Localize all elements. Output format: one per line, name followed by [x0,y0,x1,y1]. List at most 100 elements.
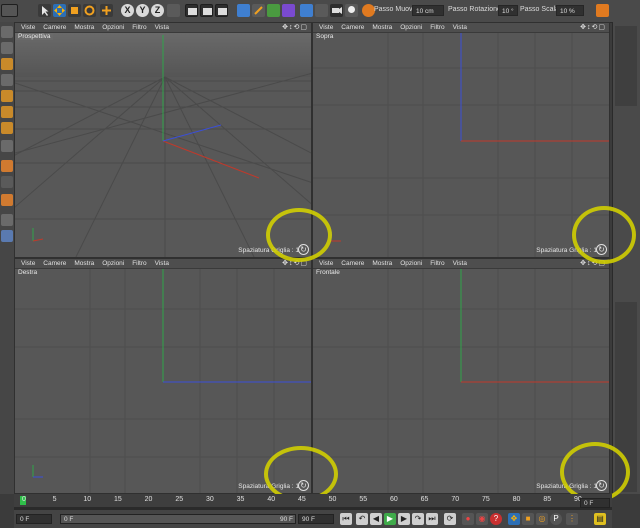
rotate-tool-icon[interactable] [83,4,96,17]
texture-mode-icon[interactable] [1,58,13,70]
rotate-step-field[interactable]: 10 ° [498,5,518,16]
polygons-mode-icon[interactable] [1,122,13,134]
autokey-icon[interactable]: ◉ [476,513,488,525]
right-grid [15,268,311,493]
timeline-tick-label: 20 [144,496,153,503]
previous-frame-icon[interactable]: ◀ [370,513,382,525]
menu-opzioni[interactable]: Opzioni [102,259,124,268]
keyframe-selection-icon[interactable]: ? [490,513,502,525]
axis-z-toggle[interactable]: Z [151,4,164,17]
viewport-nav-icons[interactable]: ✥↕⟲▢ [580,23,606,32]
rotation-key-icon[interactable]: ◎ [536,513,548,525]
menu-mostra[interactable]: Mostra [74,259,94,268]
menu-filtro[interactable]: Filtro [430,23,444,32]
move-tool-icon[interactable] [53,4,66,17]
timeline-tick-label: 10 [83,496,92,503]
menu-vista[interactable]: Vista [453,23,467,32]
menu-filtro[interactable]: Filtro [132,259,146,268]
timeline-tick-label: 85 [543,496,552,503]
menu-camere[interactable]: Camere [43,259,66,268]
parameter-key-icon[interactable]: P [550,513,562,525]
range-end-label: 90 F [279,516,293,523]
menu-filtro[interactable]: Filtro [430,259,444,268]
top-grid [313,32,609,257]
viewport-top[interactable]: Viste Camere Mostra Opzioni Filtro Vista… [312,22,610,258]
menu-camere[interactable]: Camere [341,259,364,268]
make-editable-icon[interactable] [1,26,13,38]
array-icon[interactable] [282,4,295,17]
menu-viste[interactable]: Viste [21,23,35,32]
axis-y-toggle[interactable]: Y [136,4,149,17]
menu-vista[interactable]: Vista [453,259,467,268]
points-mode-icon[interactable] [1,90,13,102]
coordinate-system-icon[interactable] [167,4,180,17]
menu-viste[interactable]: Viste [319,23,333,32]
camera-icon[interactable] [330,4,343,17]
quantize-icon[interactable] [1,214,13,226]
go-to-start-icon[interactable]: ⏮ [340,513,352,525]
sculpt-icon[interactable] [1,194,13,206]
current-frame-field[interactable]: 0 F [580,498,610,508]
menu-opzioni[interactable]: Opzioni [400,23,422,32]
timeline-layout-icon[interactable]: ▤ [594,513,606,525]
menu-opzioni[interactable]: Opzioni [102,23,124,32]
scale-tool-icon[interactable] [68,4,81,17]
bend-deformer-icon[interactable] [300,4,313,17]
add-object-tool-icon[interactable] [100,4,113,17]
lock-workplane-icon[interactable] [1,230,13,242]
layout-icon[interactable] [596,4,609,17]
position-key-icon[interactable]: ✥ [508,513,520,525]
point-level-key-icon[interactable]: ⋮ [566,513,578,525]
select-arrow-icon[interactable] [38,4,51,17]
go-to-end-icon[interactable]: ⏭ [426,513,438,525]
next-frame-icon[interactable]: ▶ [398,513,410,525]
subdivision-surface-icon[interactable] [267,4,280,17]
move-step-field[interactable]: 10 cm [412,5,444,16]
undo-icon[interactable] [1,4,18,17]
axis-mode-icon[interactable] [1,140,13,152]
axis-x-toggle[interactable]: X [121,4,134,17]
floor-icon[interactable] [315,4,328,17]
menu-viste[interactable]: Viste [21,259,35,268]
record-active-icon[interactable]: ● [462,513,474,525]
snapping-icon[interactable] [1,176,13,188]
soft-selection-icon[interactable] [1,160,13,172]
menu-opzioni[interactable]: Opzioni [400,259,422,268]
render-view-icon[interactable] [185,4,198,17]
menu-filtro[interactable]: Filtro [132,23,146,32]
viewport-title: Frontale [316,269,340,276]
start-frame-field[interactable]: 0 F [16,514,52,524]
menu-mostra[interactable]: Mostra [74,23,94,32]
scale-key-icon[interactable]: ■ [522,513,534,525]
model-mode-icon[interactable] [1,42,13,54]
menu-mostra[interactable]: Mostra [372,23,392,32]
timeline-tick-label: 70 [451,496,460,503]
menu-mostra[interactable]: Mostra [372,259,392,268]
workplane-icon[interactable] [1,74,13,86]
loop-icon[interactable]: ⟳ [444,513,456,525]
play-icon[interactable]: ▶ [384,513,396,525]
light-icon[interactable] [345,4,358,17]
animation-controls: 0 F 0 F 90 F 90 F ⏮ ↶ ◀ ▶ ▶ ↷ ⏭ ⟳ ● ◉ ? … [14,510,612,528]
menu-camere[interactable]: Camere [341,23,364,32]
menu-viste[interactable]: Viste [319,259,333,268]
frame-range-slider[interactable]: 0 F 90 F [60,514,296,524]
timeline-tick-label: 35 [236,496,245,503]
menu-vista[interactable]: Vista [155,23,169,32]
next-key-icon[interactable]: ↷ [412,513,424,525]
end-frame-field[interactable]: 90 F [298,514,334,524]
previous-key-icon[interactable]: ↶ [356,513,368,525]
viewport-nav-icons[interactable]: ✥↕⟲▢ [282,23,308,32]
menu-vista[interactable]: Vista [155,259,169,268]
viewport-perspective[interactable]: Viste Camere Mostra Opzioni Filtro Vista… [14,22,312,258]
edges-mode-icon[interactable] [1,106,13,118]
cube-primitive-icon[interactable] [237,4,250,17]
render-to-picture-viewer-icon[interactable] [200,4,213,17]
viewport-title: Destra [18,269,38,276]
pen-spline-icon[interactable] [252,4,265,17]
timeline-ruler[interactable]: 0 5 10 15 20 25 30 35 40 45 50 55 60 65 70 75 80 85 90 0 F [14,494,612,510]
render-settings-icon[interactable] [215,4,228,17]
viewport-right[interactable]: Viste Camere Mostra Opzioni Filtro Vista… [14,258,312,494]
menu-camere[interactable]: Camere [43,23,66,32]
scale-step-field[interactable]: 10 % [556,5,584,16]
